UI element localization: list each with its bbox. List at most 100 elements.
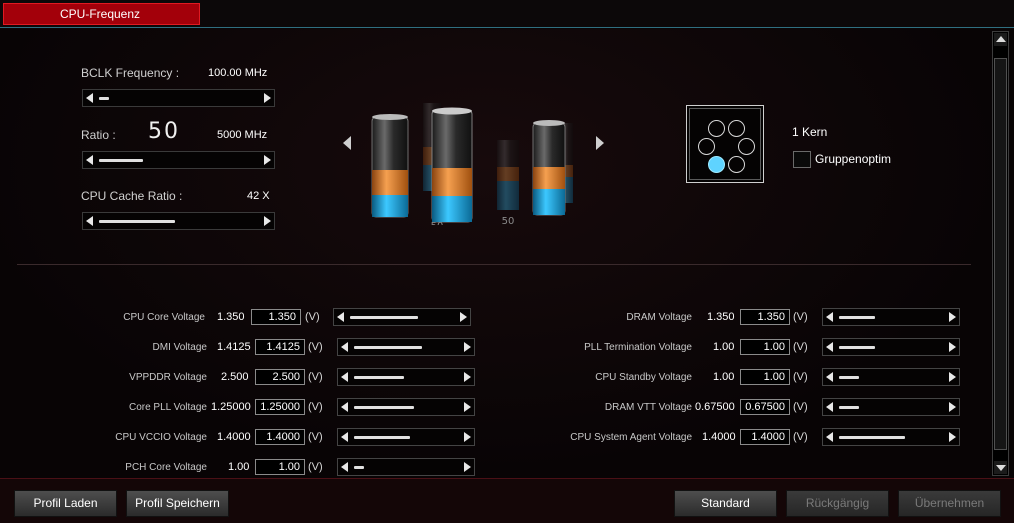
- slider-right-arrow[interactable]: [464, 372, 471, 382]
- cache-slider-thumb[interactable]: [99, 220, 175, 223]
- voltage-unit: (V): [308, 371, 323, 383]
- core-4[interactable]: [738, 138, 755, 155]
- cache-right-arrow[interactable]: [264, 216, 271, 226]
- voltage-slider[interactable]: [333, 308, 471, 326]
- ratio-left-arrow[interactable]: [86, 155, 93, 165]
- core-2[interactable]: [728, 120, 745, 137]
- slider-right-arrow[interactable]: [464, 342, 471, 352]
- core-5[interactable]: [708, 156, 725, 173]
- voltage-input[interactable]: 1.25000: [255, 399, 305, 415]
- ratio-label: Ratio :: [81, 128, 116, 142]
- voltage-input[interactable]: 1.00: [255, 459, 305, 475]
- bclk-right-arrow[interactable]: [264, 93, 271, 103]
- core-ratio-batteries: 50 50 50 50 50: [371, 103, 573, 225]
- voltage-input[interactable]: 0.67500: [740, 399, 790, 415]
- slider-right-arrow[interactable]: [949, 402, 956, 412]
- voltage-current: 1.00: [713, 341, 735, 353]
- voltage-input[interactable]: 1.350: [740, 309, 790, 325]
- voltage-input[interactable]: 1.4125: [255, 339, 305, 355]
- cache-left-arrow[interactable]: [86, 216, 93, 226]
- slider-right-arrow[interactable]: [949, 372, 956, 382]
- battery-1: [371, 114, 409, 218]
- slider-right-arrow[interactable]: [464, 432, 471, 442]
- voltage-input[interactable]: 1.4000: [255, 429, 305, 445]
- bclk-slider-thumb[interactable]: [99, 97, 109, 100]
- core-6[interactable]: [728, 156, 745, 173]
- voltage-slider[interactable]: [337, 458, 475, 476]
- load-profile-button[interactable]: Profil Laden: [14, 490, 117, 517]
- slider-left-arrow[interactable]: [826, 312, 833, 322]
- slider-thumb[interactable]: [350, 316, 418, 319]
- slider-thumb[interactable]: [839, 316, 875, 319]
- slider-left-arrow[interactable]: [341, 402, 348, 412]
- undo-button[interactable]: Rückgängig: [786, 490, 889, 517]
- voltage-slider[interactable]: [822, 398, 960, 416]
- slider-left-arrow[interactable]: [826, 432, 833, 442]
- scrollbar-thumb[interactable]: [994, 58, 1007, 450]
- vertical-scrollbar[interactable]: [992, 31, 1009, 476]
- ratio-right-arrow[interactable]: [264, 155, 271, 165]
- slider-left-arrow[interactable]: [341, 372, 348, 382]
- slider-left-arrow[interactable]: [826, 402, 833, 412]
- standard-button[interactable]: Standard: [674, 490, 777, 517]
- cache-ratio-slider[interactable]: [82, 212, 275, 230]
- slider-thumb[interactable]: [839, 406, 859, 409]
- bclk-slider[interactable]: [82, 89, 275, 107]
- slider-left-arrow[interactable]: [337, 312, 344, 322]
- ratio-slider[interactable]: [82, 151, 275, 169]
- slider-thumb[interactable]: [839, 376, 859, 379]
- slider-thumb[interactable]: [354, 406, 414, 409]
- slider-thumb[interactable]: [354, 466, 364, 469]
- tab-cpu-frequency[interactable]: CPU-Frequenz: [3, 3, 200, 25]
- ratio-slider-thumb[interactable]: [99, 159, 143, 162]
- voltage-label: Core PLL Voltage: [128, 402, 207, 413]
- slider-right-arrow[interactable]: [949, 342, 956, 352]
- core-selector[interactable]: [686, 105, 764, 183]
- voltage-input[interactable]: 1.00: [740, 339, 790, 355]
- voltage-input[interactable]: 1.350: [251, 309, 301, 325]
- voltage-input[interactable]: 1.4000: [740, 429, 790, 445]
- slider-left-arrow[interactable]: [341, 342, 348, 352]
- voltage-current: 1.00: [713, 371, 735, 383]
- voltage-current: 1.4000: [702, 431, 736, 443]
- core-3[interactable]: [698, 138, 715, 155]
- slider-thumb[interactable]: [839, 346, 875, 349]
- apply-button[interactable]: Übernehmen: [898, 490, 1001, 517]
- cache-ratio-value: 42 X: [247, 190, 270, 202]
- slider-right-arrow[interactable]: [949, 432, 956, 442]
- slider-thumb[interactable]: [354, 346, 422, 349]
- save-profile-button[interactable]: Profil Speichern: [126, 490, 229, 517]
- slider-left-arrow[interactable]: [341, 462, 348, 472]
- voltage-current: 1.4000: [217, 431, 251, 443]
- voltage-slider[interactable]: [822, 308, 960, 326]
- voltage-slider[interactable]: [822, 338, 960, 356]
- slider-right-arrow[interactable]: [460, 312, 467, 322]
- slider-thumb[interactable]: [354, 376, 404, 379]
- voltage-unit: (V): [793, 311, 808, 323]
- carousel-prev-arrow[interactable]: [343, 136, 351, 150]
- bclk-left-arrow[interactable]: [86, 93, 93, 103]
- voltage-input[interactable]: 2.500: [255, 369, 305, 385]
- core-1[interactable]: [708, 120, 725, 137]
- scroll-down-arrow-icon[interactable]: [994, 461, 1007, 474]
- voltage-unit: (V): [793, 431, 808, 443]
- slider-right-arrow[interactable]: [464, 402, 471, 412]
- slider-right-arrow[interactable]: [464, 462, 471, 472]
- slider-left-arrow[interactable]: [826, 372, 833, 382]
- voltage-slider[interactable]: [337, 428, 475, 446]
- voltage-slider[interactable]: [822, 428, 960, 446]
- slider-left-arrow[interactable]: [341, 432, 348, 442]
- voltage-input[interactable]: 1.00: [740, 369, 790, 385]
- voltage-unit: (V): [308, 341, 323, 353]
- voltage-slider[interactable]: [337, 368, 475, 386]
- group-optimize-checkbox[interactable]: [793, 151, 811, 168]
- voltage-slider[interactable]: [822, 368, 960, 386]
- voltage-slider[interactable]: [337, 338, 475, 356]
- scroll-up-arrow-icon[interactable]: [994, 33, 1007, 46]
- slider-thumb[interactable]: [354, 436, 410, 439]
- slider-thumb[interactable]: [839, 436, 905, 439]
- slider-right-arrow[interactable]: [949, 312, 956, 322]
- voltage-slider[interactable]: [337, 398, 475, 416]
- slider-left-arrow[interactable]: [826, 342, 833, 352]
- carousel-next-arrow[interactable]: [596, 136, 604, 150]
